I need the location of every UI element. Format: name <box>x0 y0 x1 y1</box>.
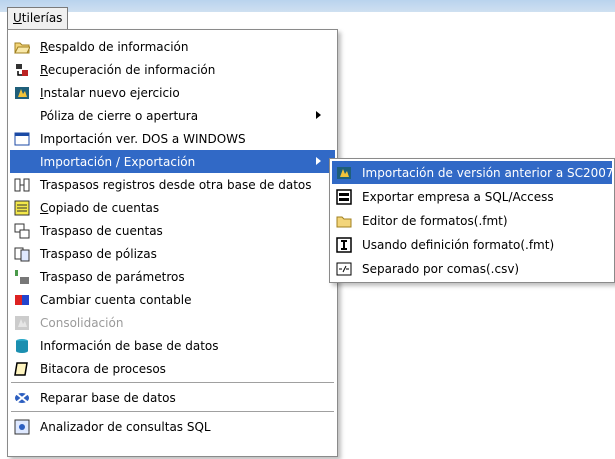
menu-item-label: Recuperación de información <box>40 62 216 77</box>
format-icon <box>336 236 352 253</box>
import-icon <box>336 165 352 181</box>
menu-item-respaldo[interactable]: Respaldo de información <box>10 35 335 58</box>
menu-item-label: Reparar base de datos <box>40 390 176 405</box>
menu-item-label: Copiado de cuentas <box>40 200 160 215</box>
menu-item-icon-placeholder <box>14 154 30 170</box>
menu-item-label: Traspaso de parámetros <box>40 269 185 284</box>
submenu-item-separado-comas[interactable]: Separado por comas(.csv) <box>332 257 612 280</box>
consolidation-icon <box>14 315 30 331</box>
menu-item-label: Importación ver. DOS a WINDOWS <box>40 131 246 146</box>
database-icon <box>14 338 30 354</box>
csv-icon <box>336 261 352 277</box>
submenu-item-importacion-version-anterior[interactable]: Importación de versión anterior a SC2007 <box>332 161 614 184</box>
submenu-item-editor-formatos[interactable]: Editor de formatos(.fmt) <box>332 209 612 232</box>
menu-item-importacion-dos[interactable]: Importación ver. DOS a WINDOWS <box>10 127 335 150</box>
menu-item-consolidacion[interactable]: Consolidación <box>10 311 335 334</box>
sql-analyzer-icon <box>14 419 30 435</box>
menu-item-label: Instalar nuevo ejercicio <box>40 85 180 100</box>
window-top-strip <box>0 0 615 12</box>
export-icon <box>336 188 352 205</box>
menu-item-label: Traspaso de cuentas <box>40 223 163 238</box>
submenu-item-label: Exportar empresa a SQL/Access <box>362 189 554 204</box>
menu-item-label: Consolidación <box>40 315 124 330</box>
submenu-item-label: Usando definición formato(.fmt) <box>362 237 555 252</box>
menu-item-analizador-sql[interactable]: Analizador de consultas SQL <box>10 415 335 438</box>
menu-item-label: Póliza de cierre o apertura <box>40 108 199 123</box>
menu-separator <box>11 411 334 413</box>
menu-item-cambiar-cuenta[interactable]: Cambiar cuenta contable <box>10 288 335 311</box>
parameters-icon <box>14 269 30 285</box>
folder-open-icon <box>14 39 30 55</box>
submenu-item-label: Separado por comas(.csv) <box>362 261 520 276</box>
menu-separator <box>11 382 334 384</box>
menu-item-reparar-bd[interactable]: Reparar base de datos <box>10 386 335 409</box>
submenu-item-usando-definicion[interactable]: Usando definición formato(.fmt) <box>332 233 612 256</box>
copy-accounts-icon <box>14 200 30 216</box>
menu-item-label: Bitacora de procesos <box>40 361 166 376</box>
menu-item-label: Analizador de consultas SQL <box>40 419 211 434</box>
accounts-transfer-icon <box>14 223 30 239</box>
menu-item-importacion-exportacion[interactable]: Importación / Exportación <box>10 150 335 173</box>
transfer-icon <box>14 177 30 193</box>
menu-item-label: Importación / Exportación <box>40 154 196 169</box>
menu-item-traspaso-cuentas[interactable]: Traspaso de cuentas <box>10 219 335 242</box>
submenu-item-label: Importación de versión anterior a SC2007 <box>362 165 614 180</box>
menu-item-traspasos-registros[interactable]: Traspasos registros desde otra base de d… <box>10 173 335 196</box>
menu-item-recuperacion[interactable]: Recuperación de información <box>10 58 335 81</box>
repair-icon <box>14 390 30 406</box>
importacion-exportacion-submenu: Importación de versión anterior a SC2007… <box>329 158 615 283</box>
restore-icon <box>14 62 30 78</box>
menubar-label-accel: U <box>13 11 22 25</box>
menubar-label: tilerías <box>21 11 63 25</box>
install-icon <box>14 85 30 101</box>
menu-item-label: Traspaso de pólizas <box>40 246 157 261</box>
swap-icon <box>14 292 30 308</box>
menu-item-label: Respaldo de información <box>40 39 189 54</box>
menu-item-icon-placeholder <box>14 108 30 124</box>
folder-icon <box>336 213 352 229</box>
menu-item-bitacora[interactable]: Bitacora de procesos <box>10 357 335 380</box>
menu-item-label: Cambiar cuenta contable <box>40 292 192 307</box>
window-icon <box>14 131 30 147</box>
menu-item-instalar[interactable]: Instalar nuevo ejercicio <box>10 81 335 104</box>
menu-item-poliza-cierre[interactable]: Póliza de cierre o apertura <box>10 104 335 127</box>
log-icon <box>14 361 30 377</box>
submenu-arrow-icon <box>316 111 321 119</box>
menu-item-informacion-bd[interactable]: Información de base de datos <box>10 334 335 357</box>
submenu-item-label: Editor de formatos(.fmt) <box>362 213 508 228</box>
policies-icon <box>14 246 30 262</box>
menu-item-label: Información de base de datos <box>40 338 219 353</box>
submenu-item-exportar-empresa[interactable]: Exportar empresa a SQL/Access <box>332 185 612 208</box>
menu-item-copiado-cuentas[interactable]: Copiado de cuentas <box>10 196 335 219</box>
menu-item-label: Traspasos registros desde otra base de d… <box>40 177 312 192</box>
menu-item-traspaso-parametros[interactable]: Traspaso de parámetros <box>10 265 335 288</box>
submenu-arrow-icon <box>316 157 321 165</box>
menubar-utilerias[interactable]: Utilerías <box>7 7 69 29</box>
menu-item-traspaso-polizas[interactable]: Traspaso de pólizas <box>10 242 335 265</box>
utilerias-menu: Respaldo de información Recuperación de … <box>7 29 338 457</box>
